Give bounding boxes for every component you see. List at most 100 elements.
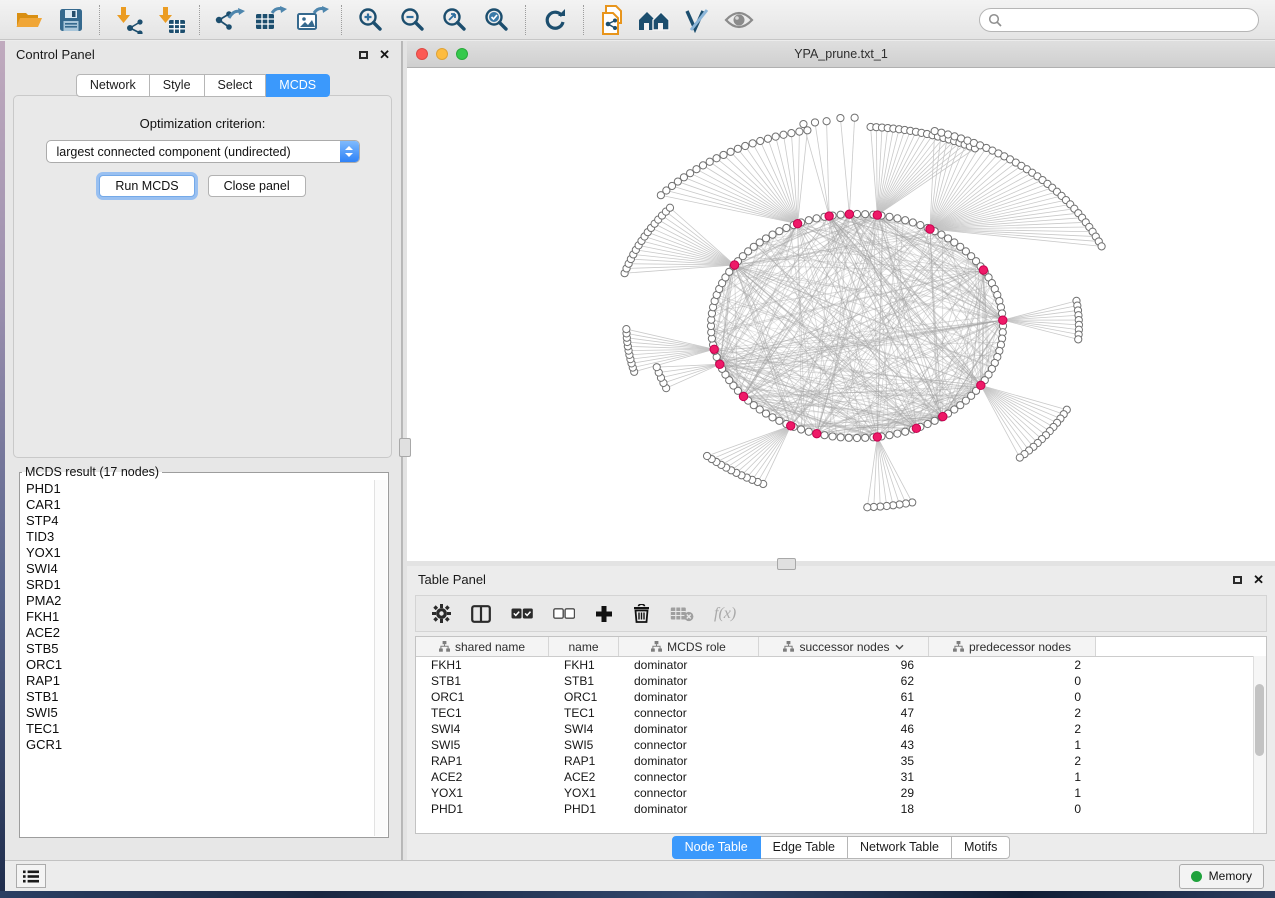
refresh-layout-button[interactable]	[534, 3, 576, 37]
function-builder-button[interactable]: f(x)	[714, 605, 736, 623]
table-cell: 1	[929, 769, 1096, 785]
criterion-dropdown[interactable]: largest connected component (undirected)	[46, 140, 360, 163]
search-box[interactable]	[979, 8, 1259, 32]
table-row[interactable]: ORC1ORC1dominator610	[416, 689, 1266, 705]
task-history-button[interactable]	[16, 864, 46, 888]
zoom-out-button[interactable]	[392, 3, 434, 37]
tab-edge-table[interactable]: Edge Table	[761, 836, 848, 859]
table-scrollbar[interactable]	[1253, 656, 1266, 833]
desktop-wallpaper-bottom	[0, 891, 1275, 898]
import-network-button[interactable]	[108, 3, 150, 37]
table-row[interactable]: STB1STB1dominator620	[416, 673, 1266, 689]
status-bar: Memory	[5, 860, 1275, 891]
mcds-result-item[interactable]: ACE2	[26, 625, 374, 641]
table-cell: connector	[619, 769, 759, 785]
mcds-result-item[interactable]: SWI4	[26, 561, 374, 577]
table-row[interactable]: PHD1PHD1dominator180	[416, 801, 1266, 817]
vertical-splitter-grabber[interactable]	[399, 438, 411, 457]
mcds-result-item[interactable]: SRD1	[26, 577, 374, 593]
table-scrollbar-thumb[interactable]	[1255, 684, 1264, 756]
delete-table-button[interactable]	[670, 606, 694, 622]
table-row[interactable]: FKH1FKH1dominator962	[416, 657, 1266, 673]
open-file-button[interactable]	[8, 3, 50, 37]
horizontal-splitter-grabber[interactable]	[777, 558, 796, 570]
tab-mcds[interactable]: MCDS	[266, 74, 330, 97]
mcds-result-item[interactable]: PHD1	[26, 481, 374, 497]
mcds-result-item[interactable]: STB5	[26, 641, 374, 657]
columns-button[interactable]	[471, 605, 491, 623]
window-close-icon[interactable]	[416, 48, 428, 60]
mcds-result-item[interactable]: TID3	[26, 529, 374, 545]
close-panel-button[interactable]: Close panel	[208, 175, 306, 197]
mcds-result-item[interactable]: TEC1	[26, 721, 374, 737]
window-maximize-icon[interactable]	[456, 48, 468, 60]
mcds-list-scrollbar[interactable]	[374, 480, 387, 836]
table-cell: PHD1	[416, 801, 549, 817]
export-table-button[interactable]	[250, 3, 292, 37]
mcds-result-item[interactable]: STP4	[26, 513, 374, 529]
table-cell: SWI4	[549, 721, 619, 737]
delete-column-button[interactable]	[633, 604, 650, 623]
close-panel-icon[interactable]: ✕	[379, 48, 390, 61]
network-window-titlebar[interactable]: YPA_prune.txt_1	[407, 41, 1275, 68]
mcds-result-item[interactable]: PMA2	[26, 593, 374, 609]
table-cell: 46	[759, 721, 929, 737]
export-image-button[interactable]	[292, 3, 334, 37]
mcds-result-item[interactable]: STB1	[26, 689, 374, 705]
memory-button[interactable]: Memory	[1179, 864, 1264, 889]
tab-network-table[interactable]: Network Table	[848, 836, 952, 859]
table-cell: STB1	[416, 673, 549, 689]
mcds-result-item[interactable]: GCR1	[26, 737, 374, 753]
table-row[interactable]: SWI4SWI4dominator462	[416, 721, 1266, 737]
gear-button[interactable]	[432, 604, 451, 623]
new-network-from-file-button[interactable]	[592, 3, 634, 37]
table-cell: 1	[929, 785, 1096, 801]
column-header-MCDS-role[interactable]: MCDS role	[619, 637, 759, 656]
table-row[interactable]: SWI5SWI5connector431	[416, 737, 1266, 753]
welcome-screen-button[interactable]	[634, 3, 676, 37]
add-column-button[interactable]	[595, 605, 613, 623]
table-row[interactable]: YOX1YOX1connector291	[416, 785, 1266, 801]
float-panel-icon[interactable]	[1233, 576, 1242, 584]
column-header-successor-nodes[interactable]: successor nodes	[759, 637, 929, 656]
float-panel-icon[interactable]	[359, 51, 368, 59]
zoom-in-button[interactable]	[350, 3, 392, 37]
open-file-icon	[15, 8, 43, 32]
column-header-name[interactable]: name	[549, 637, 619, 656]
table-row[interactable]: TEC1TEC1connector472	[416, 705, 1266, 721]
zoom-fit-button[interactable]	[434, 3, 476, 37]
window-minimize-icon[interactable]	[436, 48, 448, 60]
mcds-result-item[interactable]: SWI5	[26, 705, 374, 721]
mcds-result-item[interactable]: ORC1	[26, 657, 374, 673]
table-row[interactable]: ACE2ACE2connector311	[416, 769, 1266, 785]
graphics-details-button[interactable]	[676, 3, 718, 37]
search-input[interactable]	[1007, 12, 1250, 28]
mcds-result-item[interactable]: CAR1	[26, 497, 374, 513]
run-mcds-button[interactable]: Run MCDS	[99, 175, 194, 197]
tab-select[interactable]: Select	[205, 74, 267, 97]
zoom-selected-button[interactable]	[476, 3, 518, 37]
tab-motifs[interactable]: Motifs	[952, 836, 1010, 859]
column-header-predecessor-nodes[interactable]: predecessor nodes	[929, 637, 1096, 656]
mcds-result-item[interactable]: RAP1	[26, 673, 374, 689]
import-network-icon	[114, 6, 144, 34]
export-network-button[interactable]	[208, 3, 250, 37]
save-session-button[interactable]	[50, 3, 92, 37]
overview-eye-button[interactable]	[718, 3, 760, 37]
network-canvas[interactable]	[407, 68, 1275, 561]
tab-network[interactable]: Network	[76, 74, 150, 97]
import-table-button[interactable]	[150, 3, 192, 37]
mcds-result-item[interactable]: YOX1	[26, 545, 374, 561]
table-cell: dominator	[619, 801, 759, 817]
tab-style[interactable]: Style	[150, 74, 205, 97]
table-row[interactable]: RAP1RAP1dominator352	[416, 753, 1266, 769]
table-cell: dominator	[619, 673, 759, 689]
control-panel-tabs: NetworkStyleSelectMCDS	[5, 74, 401, 97]
column-header-shared-name[interactable]: shared name	[416, 637, 549, 656]
deselect-all-button[interactable]	[553, 608, 575, 619]
mcds-result-item[interactable]: FKH1	[26, 609, 374, 625]
close-panel-icon[interactable]: ✕	[1253, 573, 1264, 586]
cytoscape-window: Control Panel ✕ NetworkStyleSelectMCDS O…	[0, 0, 1275, 898]
select-all-button[interactable]	[511, 608, 533, 619]
tab-node-table[interactable]: Node Table	[672, 836, 761, 859]
